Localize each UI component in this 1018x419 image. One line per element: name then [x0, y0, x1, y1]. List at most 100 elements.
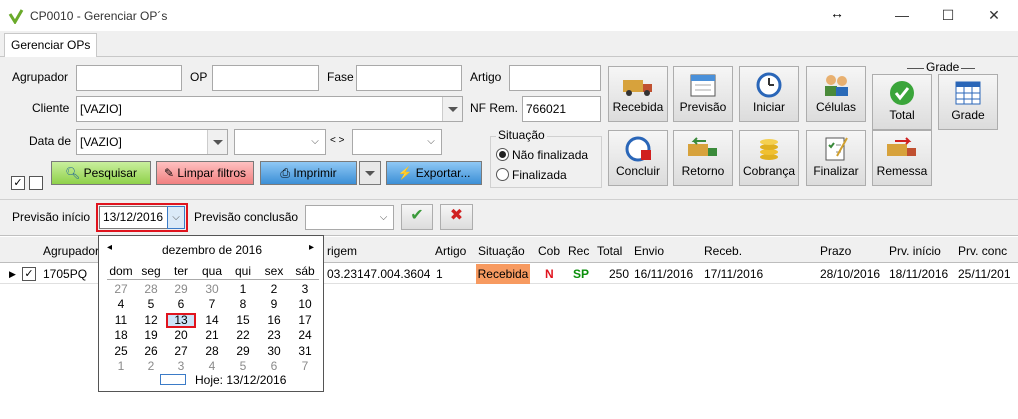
- limpar-filtros-button[interactable]: ✎ Limpar filtros: [156, 161, 254, 185]
- col-header-cob[interactable]: Cob: [538, 239, 560, 263]
- imprimir-button[interactable]: ⎙ Imprimir: [260, 161, 357, 185]
- retorno-button[interactable]: Retorno: [673, 130, 733, 186]
- calendar-day[interactable]: 23: [259, 328, 289, 343]
- calendar-day[interactable]: 7: [290, 359, 320, 374]
- calendar-day[interactable]: 19: [136, 328, 166, 343]
- calendar-day[interactable]: 3: [166, 359, 196, 374]
- calendar-day[interactable]: 7: [197, 297, 227, 312]
- radio-nao-finalizada[interactable]: [496, 148, 509, 161]
- finalizar-button[interactable]: Finalizar: [806, 130, 866, 186]
- calendar-day[interactable]: 30: [197, 282, 227, 297]
- col-header-situacao[interactable]: Situação: [478, 239, 525, 263]
- calendar-day[interactable]: 30: [259, 344, 289, 359]
- calendar-day[interactable]: 12: [136, 313, 166, 328]
- move-cursor-icon: ↔: [830, 5, 844, 21]
- artigo-input[interactable]: [509, 65, 601, 91]
- calendar-day[interactable]: 22: [228, 328, 258, 343]
- col-header-agrupador[interactable]: Agrupador: [43, 239, 99, 263]
- calendar-day[interactable]: 14: [197, 313, 227, 328]
- calendar-day[interactable]: 1: [228, 282, 258, 297]
- cliente-dropdown-button[interactable]: [442, 97, 462, 121]
- apply-filter-button[interactable]: ✔: [401, 204, 433, 230]
- cobranca-button[interactable]: Cobrança: [739, 130, 799, 186]
- calendar-day[interactable]: 8: [228, 297, 258, 312]
- imprimir-options-button[interactable]: [359, 161, 381, 185]
- calendar-day[interactable]: 10: [290, 297, 320, 312]
- calendar-day[interactable]: 2: [136, 359, 166, 374]
- calendar-day[interactable]: 5: [228, 359, 258, 374]
- pesquisar-button[interactable]: 🔍︎ Pesquisar: [51, 161, 151, 185]
- calendar-day[interactable]: 2: [259, 282, 289, 297]
- chevron-down-icon[interactable]: ⌵: [374, 206, 393, 230]
- col-header-rec[interactable]: Rec: [568, 239, 589, 263]
- col-header-envio[interactable]: Envio: [634, 239, 664, 263]
- tab-gerenciar-ops[interactable]: Gerenciar OPs: [4, 33, 98, 58]
- calendar-weekday: sex: [264, 264, 284, 278]
- calendar-day[interactable]: 16: [259, 313, 289, 328]
- calendar-day[interactable]: 6: [259, 359, 289, 374]
- calendar-day[interactable]: 4: [106, 297, 136, 312]
- concluir-button[interactable]: Concluir: [608, 130, 668, 186]
- calendar-day[interactable]: 27: [106, 282, 136, 297]
- calendar-day[interactable]: 24: [290, 328, 320, 343]
- calendar-day[interactable]: 20: [166, 328, 196, 343]
- chevron-down-icon[interactable]: ⌵: [305, 130, 325, 154]
- calendar-day[interactable]: 31: [290, 344, 320, 359]
- calendar-day[interactable]: 11: [106, 313, 136, 328]
- previsao-inicio-dropdown-button[interactable]: ⌵: [167, 206, 185, 229]
- col-header-receb[interactable]: Receb.: [704, 239, 742, 263]
- agrupador-input[interactable]: [76, 65, 182, 91]
- calendar-day[interactable]: 28: [136, 282, 166, 297]
- calendar-day[interactable]: 1: [106, 359, 136, 374]
- row-checkbox[interactable]: ✓: [22, 267, 36, 281]
- next-month-button[interactable]: ▸: [309, 242, 314, 253]
- celulas-button[interactable]: Células: [806, 66, 866, 122]
- cell-prv-conc: 25/11/201: [958, 267, 1011, 281]
- grade-button[interactable]: Grade: [938, 74, 998, 130]
- minimize-button[interactable]: —: [879, 0, 925, 31]
- today-link[interactable]: Hoje: 13/12/2016: [195, 373, 286, 387]
- calendar-day-selected[interactable]: 13: [166, 312, 196, 328]
- fase-input[interactable]: [356, 65, 462, 91]
- calendar-day[interactable]: 29: [228, 344, 258, 359]
- clear-filter-button[interactable]: ✖: [440, 204, 473, 230]
- calendar-day[interactable]: 28: [197, 344, 227, 359]
- calendar-day[interactable]: 18: [106, 328, 136, 343]
- radio-finalizada[interactable]: [496, 168, 509, 181]
- calendar-day[interactable]: 4: [197, 359, 227, 374]
- calendar-day[interactable]: 5: [136, 297, 166, 312]
- calendar-day[interactable]: 15: [228, 313, 258, 328]
- recebida-button[interactable]: Recebida: [608, 66, 668, 122]
- col-header-prv-conc[interactable]: Prv. conc: [958, 239, 1007, 263]
- cliente-input[interactable]: [VAZIO]: [76, 96, 463, 122]
- exportar-button[interactable]: ⚡ Exportar...: [386, 161, 482, 185]
- remessa-button[interactable]: Remessa: [872, 130, 932, 186]
- calendar-day[interactable]: 6: [166, 297, 196, 312]
- nfrem-input[interactable]: 766021: [522, 96, 601, 122]
- truck-icon: [623, 80, 652, 96]
- select-all-checkbox[interactable]: ✓: [11, 176, 25, 190]
- iniciar-button[interactable]: Iniciar: [739, 66, 799, 122]
- calendar-day[interactable]: 9: [259, 297, 289, 312]
- calendar-day[interactable]: 17: [290, 313, 320, 328]
- chevron-down-icon[interactable]: ⌵: [421, 130, 441, 154]
- select-none-checkbox[interactable]: [29, 176, 43, 190]
- previsao-button[interactable]: Previsão: [673, 66, 733, 122]
- col-header-total[interactable]: Total: [597, 239, 622, 263]
- close-button[interactable]: ✕: [971, 0, 1017, 31]
- op-input[interactable]: [212, 65, 319, 91]
- maximize-button[interactable]: ☐: [925, 0, 971, 31]
- col-header-prazo[interactable]: Prazo: [820, 239, 851, 263]
- col-header-origem[interactable]: rigem: [327, 239, 357, 263]
- calendar-day[interactable]: 27: [166, 344, 196, 359]
- calendar-day[interactable]: 29: [166, 282, 196, 297]
- calendar-day[interactable]: 26: [136, 344, 166, 359]
- total-button[interactable]: Total: [872, 74, 932, 130]
- datade-input[interactable]: [VAZIO]: [76, 129, 228, 155]
- calendar-day[interactable]: 25: [106, 344, 136, 359]
- calendar-day[interactable]: 21: [197, 328, 227, 343]
- col-header-prv-inicio[interactable]: Prv. início: [889, 239, 941, 263]
- col-header-artigo[interactable]: Artigo: [435, 239, 466, 263]
- calendar-day[interactable]: 3: [290, 282, 320, 297]
- datade-dropdown-button[interactable]: [207, 130, 227, 154]
